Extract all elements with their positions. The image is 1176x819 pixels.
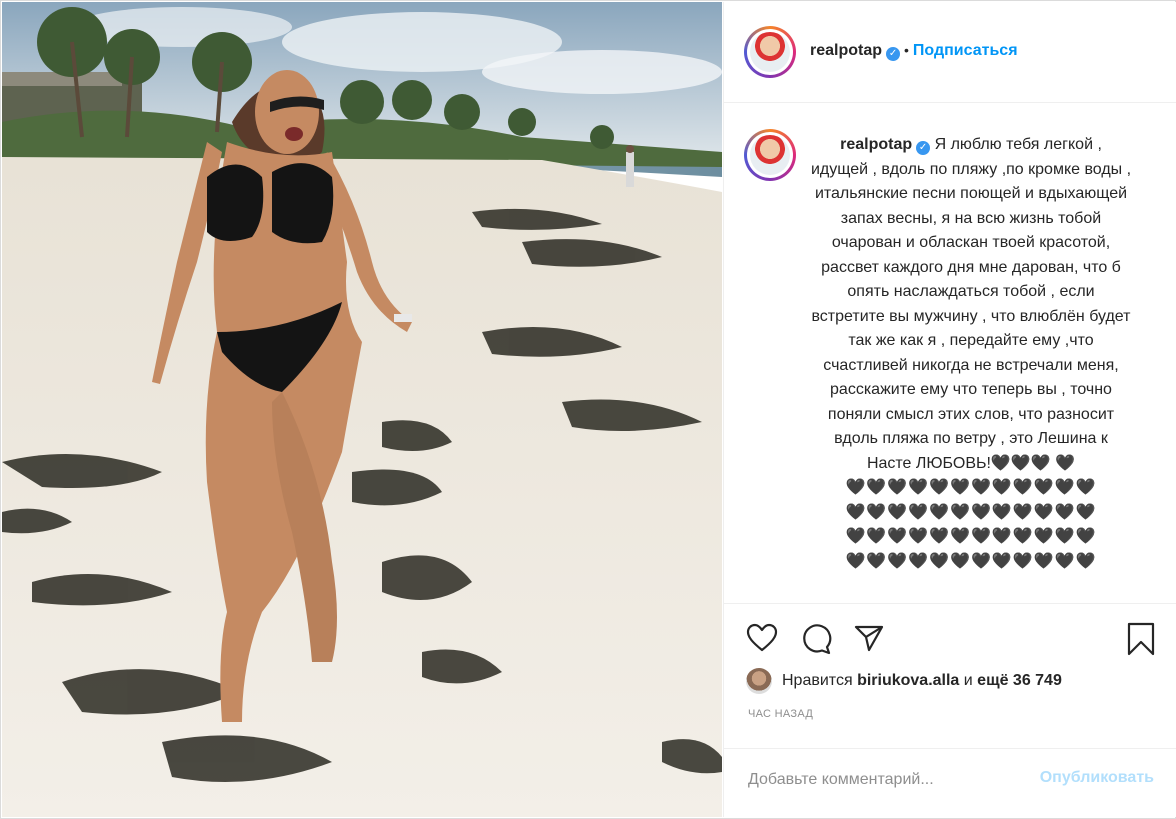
- likes-line: Нравится biriukova.alla и ещё 36 749: [746, 666, 1062, 696]
- caption-hearts-line-1: 🖤🖤🖤🖤🖤🖤🖤🖤🖤🖤🖤🖤: [845, 479, 1097, 496]
- comment-icon[interactable]: [800, 623, 832, 660]
- bookmark-icon[interactable]: [1126, 622, 1156, 661]
- author-avatar[interactable]: [744, 26, 796, 78]
- caption-hearts-line-4: 🖤🖤🖤🖤🖤🖤🖤🖤🖤🖤🖤🖤: [845, 552, 1097, 570]
- comment-bar: Опубликовать: [724, 748, 1176, 818]
- likes-conjunction: и: [963, 672, 973, 689]
- caption-avatar[interactable]: [744, 129, 796, 181]
- share-icon[interactable]: [854, 624, 884, 657]
- liker-username[interactable]: biriukova.alla: [857, 672, 959, 689]
- caption-hearts-line-2: 🖤🖤🖤🖤🖤🖤🖤🖤🖤🖤🖤🖤: [845, 503, 1097, 521]
- likes-count[interactable]: ещё 36 749: [977, 672, 1062, 689]
- post-sidebar: realpotap ✓ • Подписаться realpotap ✓ Я любл…: [723, 2, 1176, 817]
- beach-photo-image: [2, 2, 722, 817]
- post-header: realpotap ✓ • Подписаться: [724, 2, 1176, 103]
- caption-scroll-area[interactable]: realpotap ✓ Я люблю тебя легкой , идущей …: [724, 103, 1176, 604]
- post-photo[interactable]: [2, 2, 722, 817]
- caption-username[interactable]: realpotap: [840, 136, 912, 153]
- follow-button[interactable]: Подписаться: [913, 42, 1018, 59]
- likes-prefix: Нравится: [782, 672, 853, 689]
- heart-icon[interactable]: [746, 623, 778, 658]
- post-caption: realpotap ✓ Я люблю тебя легкой , идущей …: [810, 133, 1132, 574]
- separator-dot: •: [904, 42, 909, 58]
- comment-input[interactable]: [746, 767, 1020, 793]
- verified-badge-icon: ✓: [886, 47, 901, 61]
- caption-text: Я люблю тебя легкой , идущей , вдоль по …: [810, 136, 1132, 472]
- publish-button[interactable]: Опубликовать: [1040, 769, 1154, 787]
- liker-avatar[interactable]: [746, 667, 772, 694]
- caption-verified-icon: ✓: [916, 141, 931, 155]
- header-line: realpotap ✓ • Подписаться: [810, 42, 1018, 61]
- post-window: realpotap ✓ • Подписаться realpotap ✓ Я любл…: [0, 0, 1176, 819]
- post-timestamp[interactable]: час назад: [748, 708, 813, 720]
- action-bar: [724, 605, 1176, 665]
- author-username[interactable]: realpotap: [810, 42, 882, 59]
- caption-hearts-line-3: 🖤🖤🖤🖤🖤🖤🖤🖤🖤🖤🖤🖤: [845, 528, 1097, 545]
